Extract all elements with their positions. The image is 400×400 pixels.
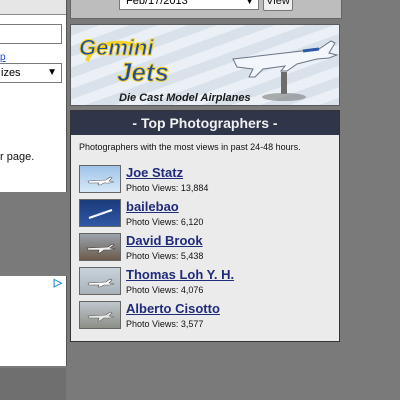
- top-photographers-panel: - Top Photographers - Photographers with…: [70, 110, 340, 342]
- airplane-icon: [87, 176, 115, 186]
- chevron-down-icon: ▼: [47, 67, 57, 78]
- photo-views-label: Photo Views:: [126, 251, 179, 261]
- view-button[interactable]: View: [263, 0, 293, 11]
- photo-views-value: 5,438: [180, 251, 204, 261]
- airplane-icon: [88, 209, 113, 219]
- date-select-value: Feb/17/2013: [126, 0, 188, 7]
- gemini-jets-ad-banner[interactable]: Gemini Jets Die Cast Model Airplanes: [70, 24, 340, 106]
- left-footer-text: r page.: [0, 151, 35, 163]
- left-top-strip: [0, 0, 66, 15]
- photo-views-label: Photo Views:: [126, 285, 179, 295]
- photographer-row: bailebao Photo Views: 6,120: [79, 199, 333, 229]
- adchoices-icon[interactable]: ▷: [52, 277, 64, 289]
- photographer-row: Alberto Cisotto Photo Views: 3,577: [79, 301, 333, 331]
- panel-subtitle: Photographers with the most views in pas…: [79, 142, 301, 152]
- photo-views-label: Photo Views:: [126, 217, 179, 227]
- logo-text-jets: Jets: [117, 57, 169, 87]
- left-select[interactable]: izes ▼: [0, 63, 62, 83]
- chevron-down-icon: ▼: [245, 0, 254, 6]
- photographer-thumbnail[interactable]: [79, 199, 121, 227]
- left-bottom-strip: [0, 368, 66, 400]
- photographer-row: David Brook Photo Views: 5,438: [79, 233, 333, 263]
- date-select[interactable]: Feb/17/2013 ▼: [119, 0, 259, 10]
- photo-views-label: Photo Views:: [126, 183, 179, 193]
- photographer-thumbnail[interactable]: [79, 301, 121, 329]
- airplane-icon: [87, 278, 115, 288]
- photo-views-label: Photo Views:: [126, 319, 179, 329]
- airplane-icon: [86, 243, 116, 254]
- photo-views: Photo Views: 4,076: [126, 285, 203, 295]
- model-airplane-image: [232, 40, 339, 101]
- photographer-thumbnail[interactable]: [79, 267, 121, 295]
- photo-views-value: 4,076: [180, 285, 204, 295]
- gemini-jets-logo: Gemini Jets: [79, 35, 170, 88]
- photographer-row: Joe Statz Photo Views: 13,884: [79, 165, 333, 195]
- left-select-value: izes: [1, 67, 21, 79]
- date-filter-bar: Feb/17/2013 ▼ View: [70, 0, 342, 19]
- photographer-name-link[interactable]: Thomas Loh Y. H.: [126, 267, 234, 282]
- left-text-input[interactable]: [0, 24, 62, 44]
- airplane-icon: [87, 311, 115, 322]
- photo-views: Photo Views: 3,577: [126, 319, 203, 329]
- photographer-thumbnail[interactable]: [79, 233, 121, 261]
- photographer-name-link[interactable]: Alberto Cisotto: [126, 301, 220, 316]
- photographer-row: Thomas Loh Y. H. Photo Views: 4,076: [79, 267, 333, 297]
- left-column: p izes ▼ r page.: [0, 0, 67, 192]
- photographer-name-link[interactable]: bailebao: [126, 199, 179, 214]
- photo-views: Photo Views: 6,120: [126, 217, 203, 227]
- photo-views-value: 13,884: [180, 183, 209, 193]
- photographer-thumbnail[interactable]: [79, 165, 121, 193]
- panel-title: - Top Photographers -: [71, 111, 339, 135]
- photographer-name-link[interactable]: Joe Statz: [126, 165, 183, 180]
- photographer-name-link[interactable]: David Brook: [126, 233, 203, 248]
- photo-views-value: 3,577: [180, 319, 204, 329]
- photo-views: Photo Views: 13,884: [126, 183, 208, 193]
- photo-views-value: 6,120: [180, 217, 204, 227]
- left-link[interactable]: p: [0, 52, 6, 63]
- photo-views: Photo Views: 5,438: [126, 251, 203, 261]
- left-ad-area[interactable]: ▷: [0, 276, 67, 366]
